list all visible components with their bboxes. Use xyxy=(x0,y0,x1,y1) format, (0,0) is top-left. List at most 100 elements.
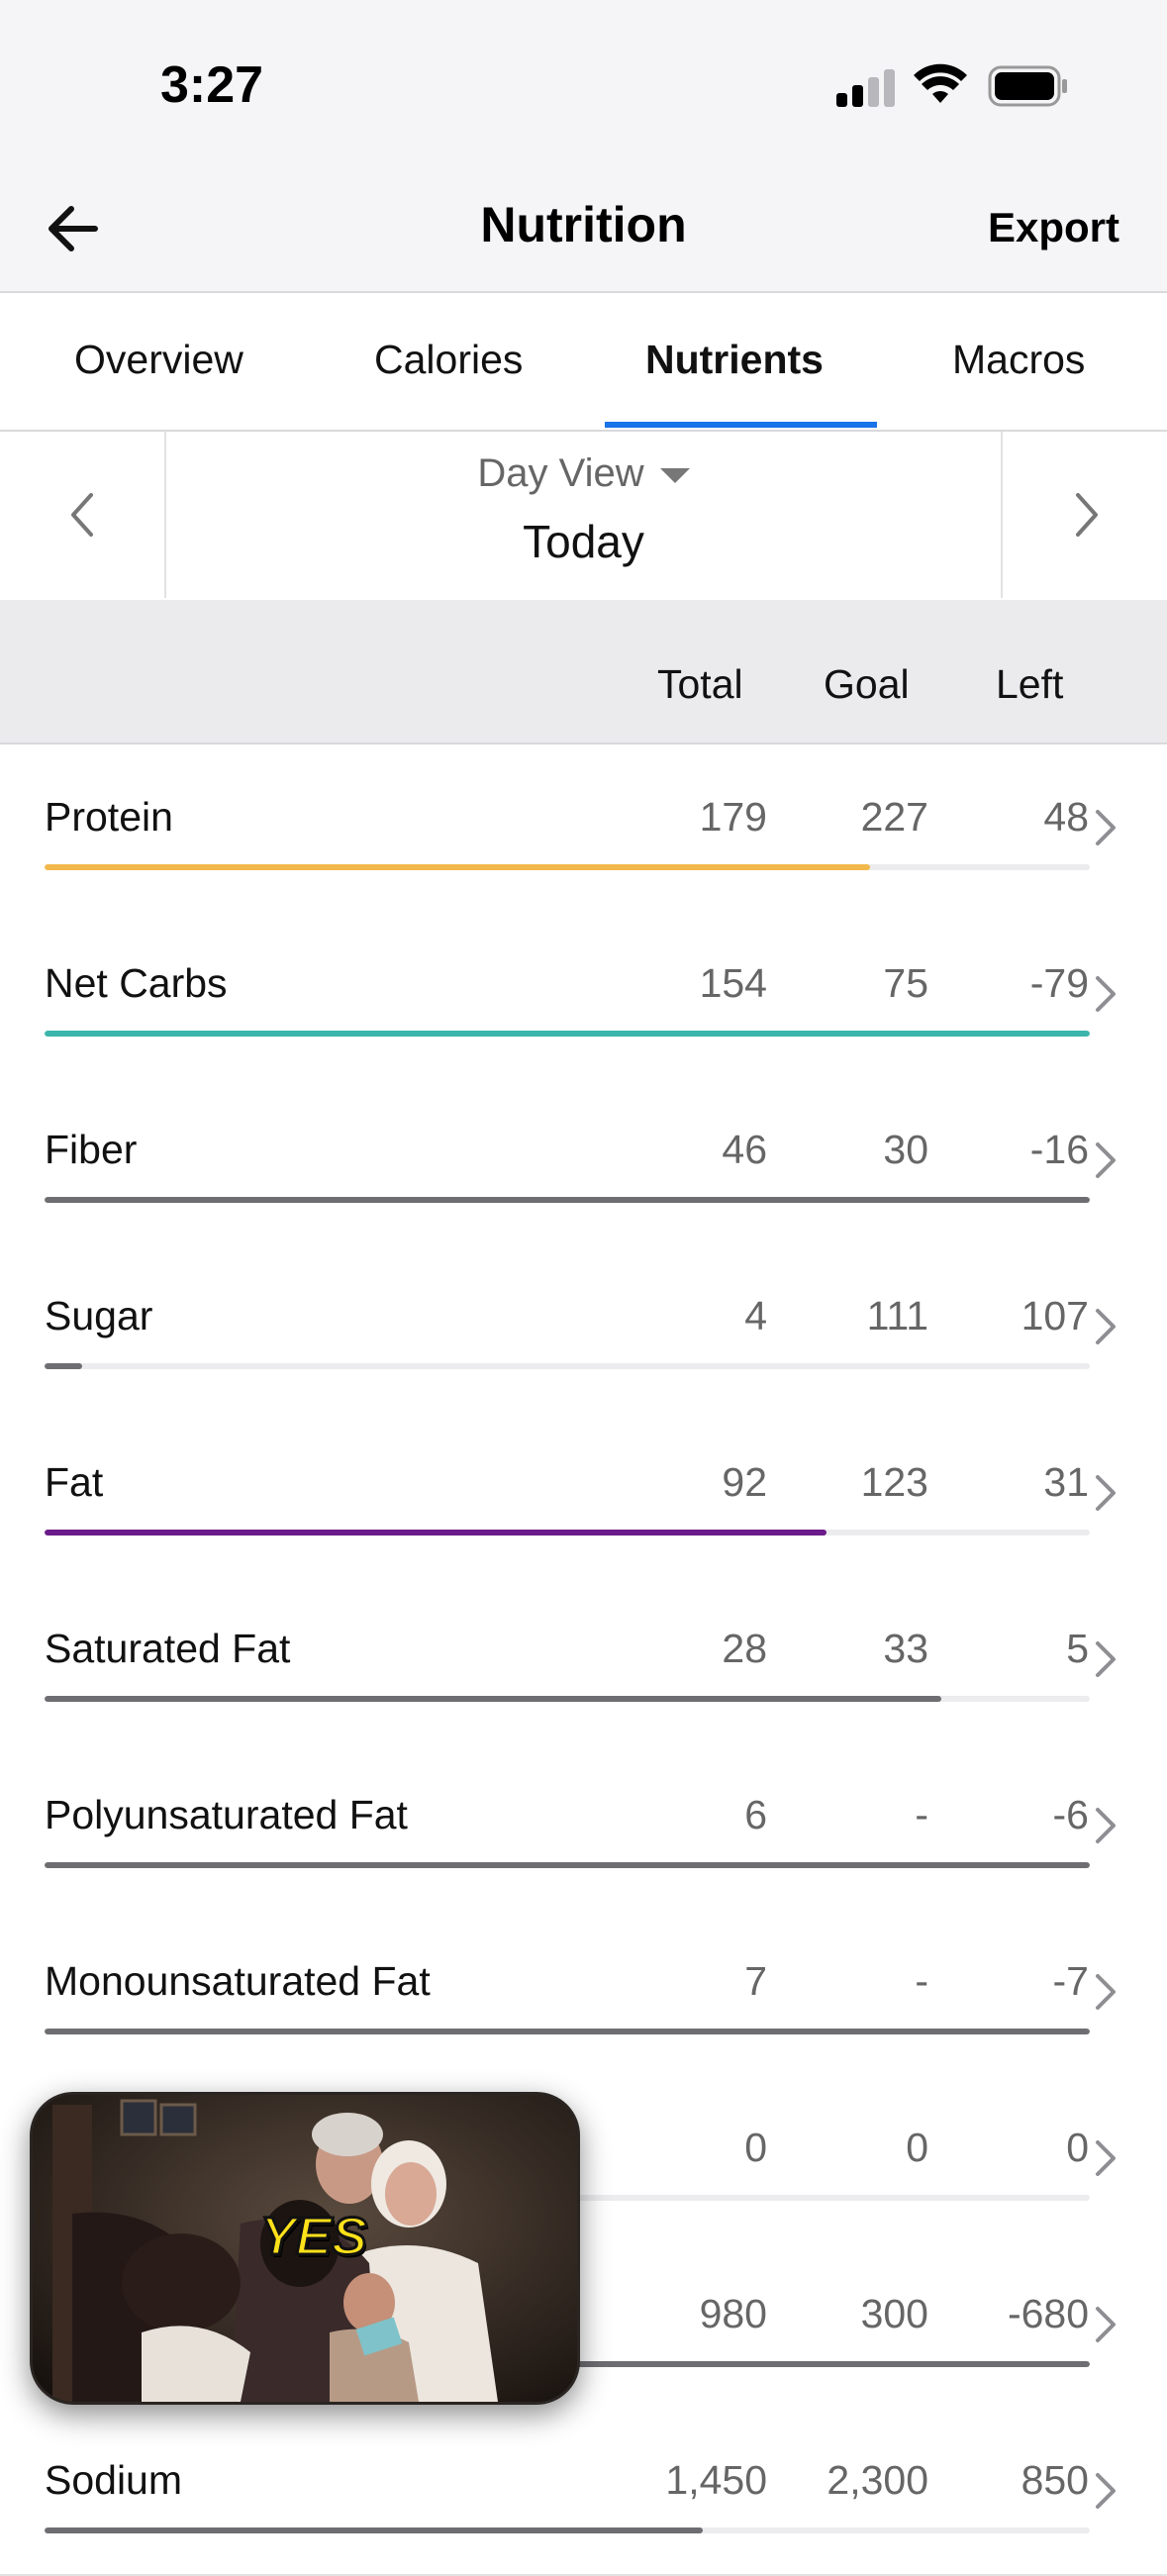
nutrient-name: Sodium xyxy=(45,2457,183,2503)
nutrient-name: Net Carbs xyxy=(45,960,228,1006)
tab-bar: Overview Calories Nutrients Macros xyxy=(0,293,1167,432)
left-value: -16 xyxy=(1029,1127,1089,1172)
progress-track xyxy=(45,1862,1090,1868)
view-mode-label: Day View xyxy=(477,451,644,495)
progress-fill xyxy=(45,1363,83,1369)
chevron-right-icon xyxy=(1096,1309,1116,1344)
progress-track xyxy=(45,1197,1090,1203)
nutrient-name: Sugar xyxy=(45,1293,153,1338)
view-mode-dropdown[interactable]: Day View xyxy=(0,451,1167,496)
navigation-bar: Nutrition Export xyxy=(0,168,1167,293)
tab-overview[interactable]: Overview xyxy=(74,337,243,383)
status-bar: 3:27 xyxy=(0,0,1167,168)
progress-track xyxy=(45,864,1090,870)
nutrient-row-monounsaturated-fat[interactable]: Monounsaturated Fat 7 - -7 xyxy=(0,1909,1167,2077)
progress-fill xyxy=(45,1530,827,1536)
progress-fill xyxy=(45,864,871,870)
total-value: 0 xyxy=(744,2125,767,2170)
goal-value: 0 xyxy=(906,2125,928,2170)
nutrient-row-sugar[interactable]: Sugar 4 111 107 xyxy=(0,1243,1167,1412)
goal-value: 111 xyxy=(866,1293,928,1338)
goal-value: 300 xyxy=(860,2291,928,2336)
left-value: 0 xyxy=(1066,2125,1089,2170)
nutrient-row-polyunsaturated-fat[interactable]: Polyunsaturated Fat 6 - -6 xyxy=(0,1742,1167,1911)
caret-down-icon xyxy=(659,467,690,483)
column-header-goal: Goal xyxy=(824,661,910,707)
progress-track xyxy=(45,1031,1090,1037)
goal-value: 30 xyxy=(883,1127,928,1172)
progress-track xyxy=(45,2029,1090,2034)
nutrient-row-saturated-fat[interactable]: Saturated Fat 28 33 5 xyxy=(0,1576,1167,1744)
column-header-total: Total xyxy=(657,661,743,707)
progress-track xyxy=(45,2527,1090,2533)
battery-icon xyxy=(988,65,1067,107)
total-value: 980 xyxy=(699,2291,767,2336)
tab-calories[interactable]: Calories xyxy=(374,337,523,383)
status-time: 3:27 xyxy=(160,56,264,114)
left-value: 31 xyxy=(1043,1459,1089,1505)
total-value: 6 xyxy=(744,1792,767,1837)
left-value: -6 xyxy=(1052,1792,1089,1837)
nutrient-row-sodium[interactable]: Sodium 1,450 2,300 850 xyxy=(0,2408,1167,2576)
goal-value: 2,300 xyxy=(827,2457,928,2503)
total-value: 179 xyxy=(699,794,767,840)
total-value: 1,450 xyxy=(665,2457,767,2503)
goal-value: 33 xyxy=(883,1626,928,1671)
chevron-right-icon xyxy=(1096,2140,1116,2176)
left-value: 5 xyxy=(1066,1626,1089,1671)
chevron-right-icon xyxy=(1076,493,1098,537)
chevron-right-icon xyxy=(1096,1475,1116,1511)
total-value: 28 xyxy=(722,1626,767,1671)
wifi-icon xyxy=(914,63,967,103)
chevron-right-icon xyxy=(1096,810,1116,845)
active-tab-indicator xyxy=(605,422,877,428)
nutrient-row-protein[interactable]: Protein 179 227 48 xyxy=(0,744,1167,913)
progress-fill xyxy=(45,2527,704,2533)
chevron-right-icon xyxy=(1096,1641,1116,1677)
progress-track xyxy=(45,1696,1090,1702)
video-caption: YES xyxy=(258,2206,368,2268)
total-value: 154 xyxy=(699,960,767,1006)
nutrient-name: Protein xyxy=(45,794,173,840)
goal-value: 227 xyxy=(860,794,928,840)
progress-fill xyxy=(45,1031,1090,1037)
goal-value: - xyxy=(915,1792,928,1837)
progress-track xyxy=(45,1530,1090,1536)
tab-macros[interactable]: Macros xyxy=(952,337,1085,383)
total-value: 92 xyxy=(722,1459,767,1505)
left-value: -79 xyxy=(1029,960,1089,1006)
left-value: 107 xyxy=(1021,1293,1089,1338)
left-value: 48 xyxy=(1043,794,1089,840)
progress-fill xyxy=(45,1197,1090,1203)
goal-value: 123 xyxy=(860,1459,928,1505)
left-value: 850 xyxy=(1021,2457,1089,2503)
export-button[interactable]: Export xyxy=(988,204,1119,251)
chevron-right-icon xyxy=(1096,976,1116,1012)
progress-fill xyxy=(45,1862,1090,1868)
nutrient-name: Polyunsaturated Fat xyxy=(45,1792,408,1837)
nutrient-row-fat[interactable]: Fat 92 123 31 xyxy=(0,1410,1167,1578)
progress-track xyxy=(45,1363,1090,1369)
next-day-button[interactable] xyxy=(1001,432,1167,598)
tab-nutrients[interactable]: Nutrients xyxy=(645,337,824,383)
left-value: -7 xyxy=(1052,1958,1089,2004)
nutrient-row-net-carbs[interactable]: Net Carbs 154 75 -79 xyxy=(0,911,1167,1079)
chevron-right-icon xyxy=(1096,2473,1116,2509)
total-value: 4 xyxy=(744,1293,767,1338)
current-date-label: Today xyxy=(523,516,644,567)
date-navigator: Day View Today xyxy=(0,432,1167,598)
nutrient-name: Monounsaturated Fat xyxy=(45,1958,431,2004)
cellular-signal-icon xyxy=(836,67,898,107)
left-value: -680 xyxy=(1007,2291,1089,2336)
chevron-right-icon xyxy=(1096,1142,1116,1178)
picture-in-picture-video[interactable]: YES xyxy=(30,2092,580,2405)
nutrient-name: Saturated Fat xyxy=(45,1626,291,1671)
chevron-right-icon xyxy=(1096,2307,1116,2342)
chevron-right-icon xyxy=(1096,1974,1116,2010)
progress-fill xyxy=(45,1696,942,1702)
column-header-left: Left xyxy=(996,661,1064,707)
total-value: 7 xyxy=(744,1958,767,2004)
goal-value: 75 xyxy=(883,960,928,1006)
total-value: 46 xyxy=(722,1127,767,1172)
nutrient-row-fiber[interactable]: Fiber 46 30 -16 xyxy=(0,1077,1167,1245)
